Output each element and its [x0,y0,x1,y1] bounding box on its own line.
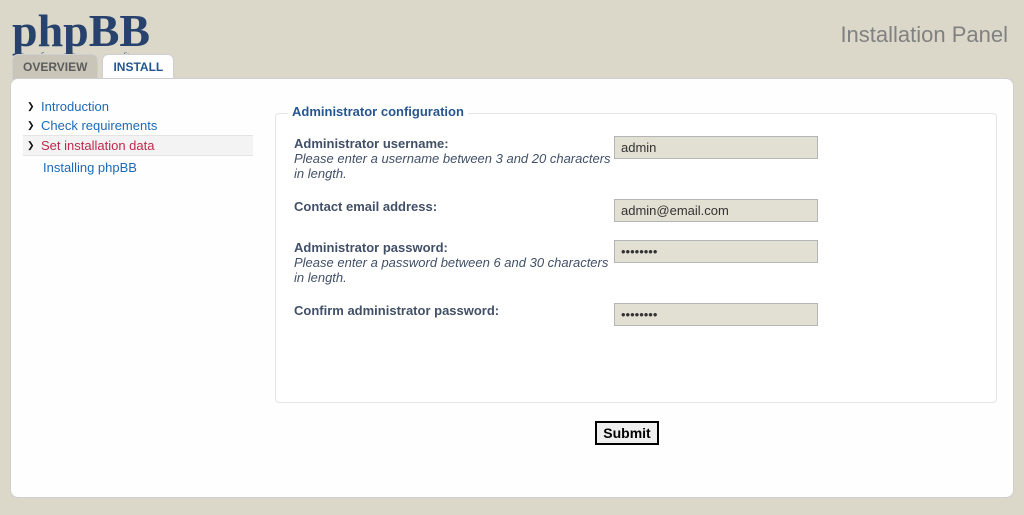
sidebar-item-label: Introduction [41,99,109,114]
confirm-password-input[interactable] [614,303,818,326]
sidebar-item-installing-phpbb[interactable]: Installing phpBB [23,160,253,175]
username-label: Administrator username: [294,136,449,151]
email-label: Contact email address: [294,199,437,214]
confirm-password-label: Confirm administrator password: [294,303,499,318]
chevron-right-icon: ❯ [27,121,37,130]
tab-overview[interactable]: OVERVIEW [12,54,98,80]
content-area: Administrator configuration Administrato… [253,89,1001,487]
page-title: Installation Panel [840,22,1008,48]
admin-username-input[interactable] [614,136,818,159]
password-desc: Please enter a password between 6 and 30… [294,255,608,285]
chevron-right-icon: ❯ [27,102,37,111]
sidebar-item-check-requirements[interactable]: ❯ Check requirements [23,116,253,135]
admin-config-fieldset: Administrator configuration Administrato… [275,113,997,403]
install-steps-sidebar: ❯ Introduction ❯ Check requirements ❯ Se… [23,89,253,487]
sidebar-item-label: Set installation data [41,138,154,153]
tab-bar: OVERVIEW INSTALL [12,54,174,80]
chevron-right-icon: ❯ [27,141,37,150]
sidebar-item-label: Check requirements [41,118,157,133]
main-panel: ❯ Introduction ❯ Check requirements ❯ Se… [10,78,1014,498]
contact-email-input[interactable] [614,199,818,222]
fieldset-legend: Administrator configuration [288,104,468,119]
username-desc: Please enter a username between 3 and 20… [294,151,611,181]
password-label: Administrator password: [294,240,448,255]
sidebar-item-introduction[interactable]: ❯ Introduction [23,97,253,116]
sidebar-item-label: Installing phpBB [43,160,137,175]
tab-install[interactable]: INSTALL [102,54,174,80]
submit-button[interactable]: Submit [595,421,658,445]
sidebar-item-set-installation-data[interactable]: ❯ Set installation data [23,135,253,156]
admin-password-input[interactable] [614,240,818,263]
